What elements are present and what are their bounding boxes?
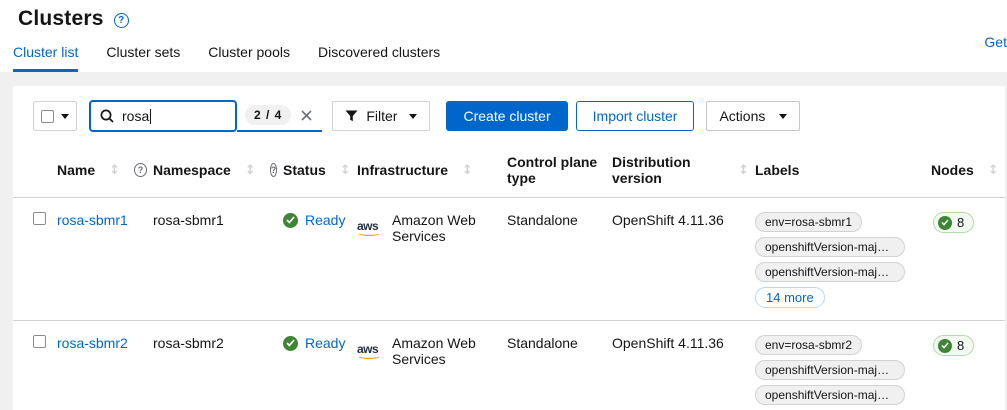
status-link[interactable]: Ready bbox=[305, 212, 345, 228]
table-header-row: Name ↕ ? Namespace ↕ ? bbox=[13, 148, 1005, 198]
filter-icon bbox=[345, 110, 358, 122]
bulk-select-checkbox[interactable] bbox=[41, 110, 54, 123]
column-header-distribution-version[interactable]: Distribution version ↕ bbox=[612, 148, 755, 198]
label-pill: openshiftVersion-major-mi… bbox=[755, 262, 905, 282]
sort-icon[interactable]: ↕ bbox=[738, 163, 749, 178]
actions-dropdown[interactable]: Actions bbox=[706, 101, 800, 131]
label-pill: env=rosa-sbmr1 bbox=[755, 212, 862, 232]
column-label: Name bbox=[57, 162, 95, 178]
status-link[interactable]: Ready bbox=[305, 335, 345, 351]
search-result-count: 2 / 4 bbox=[245, 105, 291, 125]
aws-icon: aws bbox=[357, 220, 383, 236]
infrastructure-name: Amazon Web Services bbox=[392, 212, 501, 244]
distribution-version: OpenShift 4.11.36 bbox=[612, 212, 724, 228]
search-icon bbox=[100, 109, 114, 123]
chevron-down-icon bbox=[409, 114, 417, 119]
sort-icon[interactable]: ↕ bbox=[340, 163, 351, 178]
table-row: rosa-sbmr2 rosa-sbmr2 Ready bbox=[13, 321, 1005, 410]
column-label: Labels bbox=[755, 162, 799, 178]
status-ok-icon bbox=[283, 336, 298, 351]
clusters-card: rosa 2 / 4 Filter Create cluster Imp bbox=[13, 86, 1005, 410]
label-pill: openshiftVersion-major-mi… bbox=[755, 385, 905, 405]
column-header-control-plane-type: Control plane type bbox=[507, 148, 612, 198]
name-help-icon[interactable]: ? bbox=[134, 163, 147, 177]
labels-stack: env=rosa-sbmr1 openshiftVersion-major=4 … bbox=[755, 212, 907, 308]
page-title: Clusters bbox=[18, 7, 104, 31]
column-header-nodes[interactable]: Nodes ↕ bbox=[913, 148, 1005, 198]
import-cluster-button[interactable]: Import cluster bbox=[576, 101, 695, 131]
header-checkbox-spacer bbox=[13, 148, 57, 198]
label-pill: env=rosa-sbmr2 bbox=[755, 335, 862, 355]
tab-cluster-sets[interactable]: Cluster sets bbox=[106, 44, 180, 72]
column-label: Nodes bbox=[931, 162, 974, 178]
infrastructure-name: Amazon Web Services bbox=[392, 335, 501, 367]
page-help-icon[interactable]: ? bbox=[114, 13, 129, 28]
sort-icon[interactable]: ↕ bbox=[245, 163, 256, 178]
show-more-labels-button[interactable]: 14 more bbox=[755, 287, 825, 308]
column-label: Infrastructure bbox=[357, 162, 448, 178]
text-cursor bbox=[150, 109, 151, 124]
clear-search-icon[interactable] bbox=[301, 110, 312, 121]
sort-icon[interactable]: ↕ bbox=[988, 163, 999, 178]
column-label: Namespace bbox=[153, 162, 231, 178]
column-header-labels: Labels bbox=[755, 148, 913, 198]
row-checkbox[interactable] bbox=[33, 335, 46, 348]
nodes-badge[interactable]: 8 bbox=[933, 212, 974, 233]
get-started-link[interactable]: Get bbox=[984, 34, 1007, 50]
sort-icon[interactable]: ↕ bbox=[109, 163, 120, 178]
create-cluster-button[interactable]: Create cluster bbox=[446, 101, 567, 131]
node-count: 8 bbox=[957, 338, 964, 353]
tab-cluster-pools[interactable]: Cluster pools bbox=[208, 44, 290, 72]
nodes-ok-icon bbox=[938, 339, 952, 353]
bulk-select-dropdown[interactable] bbox=[33, 101, 77, 131]
tab-discovered-clusters[interactable]: Discovered clusters bbox=[318, 44, 440, 72]
search-input-value: rosa bbox=[122, 108, 149, 124]
column-header-status[interactable]: Status ↕ bbox=[283, 148, 357, 198]
control-plane-type: Standalone bbox=[507, 212, 578, 228]
filter-dropdown[interactable]: Filter bbox=[332, 101, 430, 131]
aws-icon: aws bbox=[357, 343, 383, 359]
chevron-down-icon bbox=[61, 114, 69, 119]
label-pill: openshiftVersion-major=4 bbox=[755, 237, 905, 257]
clusters-table: Name ↕ ? Namespace ↕ ? bbox=[13, 148, 1005, 410]
label-pill: openshiftVersion-major=4 bbox=[755, 360, 905, 380]
filter-label: Filter bbox=[366, 108, 397, 124]
chevron-down-icon bbox=[779, 114, 787, 119]
column-label: Control plane type bbox=[507, 154, 606, 186]
nodes-ok-icon bbox=[938, 216, 952, 230]
distribution-version: OpenShift 4.11.36 bbox=[612, 335, 724, 351]
search-input[interactable]: rosa bbox=[89, 100, 237, 132]
actions-label: Actions bbox=[719, 108, 765, 124]
page-background: rosa 2 / 4 Filter Create cluster Imp bbox=[0, 72, 1007, 410]
namespace-help-icon[interactable]: ? bbox=[270, 163, 278, 177]
toolbar: rosa 2 / 4 Filter Create cluster Imp bbox=[13, 86, 1005, 132]
status-ok-icon bbox=[283, 213, 298, 228]
column-header-name[interactable]: Name ↕ ? bbox=[57, 148, 153, 198]
tab-bar: Cluster list Cluster sets Cluster pools … bbox=[0, 44, 1007, 72]
cluster-name-link[interactable]: rosa-sbmr2 bbox=[57, 335, 128, 351]
column-label: Status bbox=[283, 162, 326, 178]
nodes-badge[interactable]: 8 bbox=[933, 335, 974, 356]
control-plane-type: Standalone bbox=[507, 335, 578, 351]
column-label: Distribution version bbox=[612, 154, 724, 186]
table-row: rosa-sbmr1 rosa-sbmr1 Ready bbox=[13, 198, 1005, 321]
labels-stack: env=rosa-sbmr2 openshiftVersion-major=4 … bbox=[755, 335, 907, 410]
cluster-name-link[interactable]: rosa-sbmr1 bbox=[57, 212, 128, 228]
row-checkbox[interactable] bbox=[33, 212, 46, 225]
search-result-area: 2 / 4 bbox=[237, 100, 322, 132]
column-header-namespace[interactable]: Namespace ↕ ? bbox=[153, 148, 283, 198]
cluster-namespace: rosa-sbmr2 bbox=[153, 335, 224, 351]
page-header: Clusters ? Cluster list Cluster sets Clu… bbox=[0, 0, 1007, 72]
tab-cluster-list[interactable]: Cluster list bbox=[13, 44, 78, 72]
search-group: rosa 2 / 4 bbox=[89, 100, 322, 132]
cluster-namespace: rosa-sbmr1 bbox=[153, 212, 224, 228]
column-header-infrastructure[interactable]: Infrastructure ↕ bbox=[357, 148, 507, 198]
node-count: 8 bbox=[957, 215, 964, 230]
sort-icon[interactable]: ↕ bbox=[462, 163, 473, 178]
